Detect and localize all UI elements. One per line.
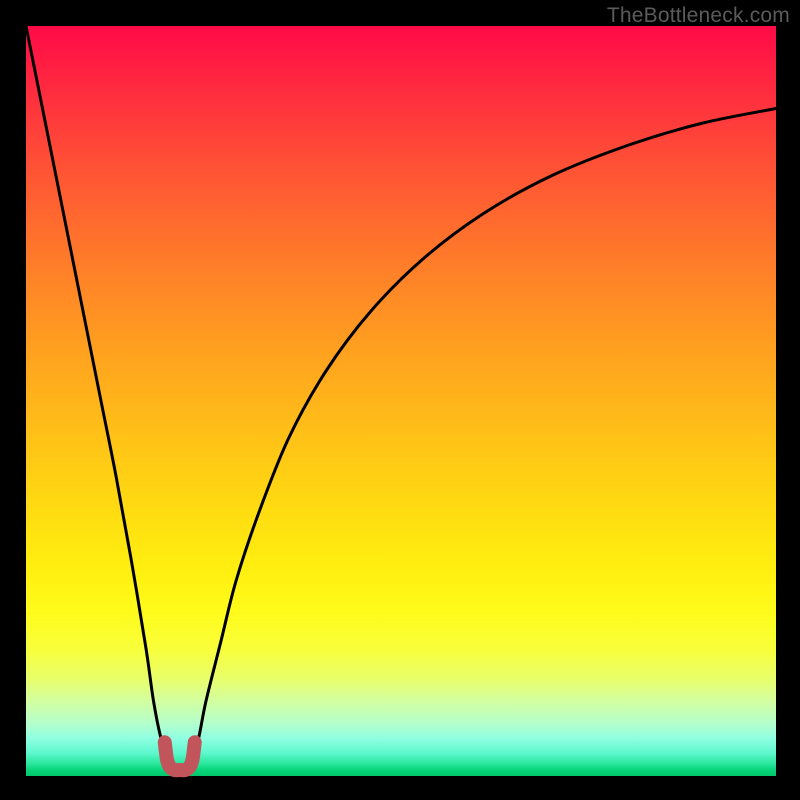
plot-area <box>26 26 776 776</box>
right-branch-curve <box>191 109 776 762</box>
chart-stage: TheBottleneck.com <box>0 0 800 800</box>
left-branch-curve <box>26 26 169 761</box>
valley-marker <box>165 742 195 770</box>
curves-layer <box>26 26 776 776</box>
watermark-text: TheBottleneck.com <box>607 4 790 28</box>
